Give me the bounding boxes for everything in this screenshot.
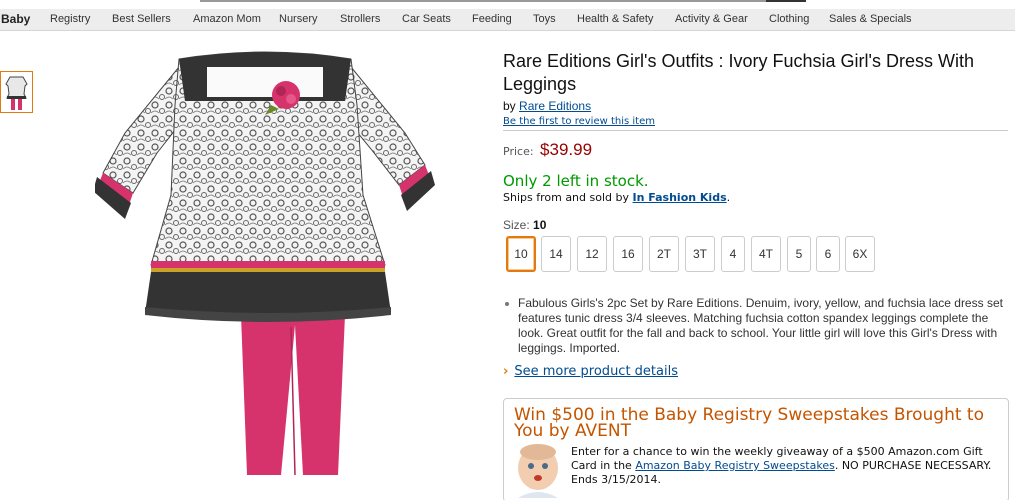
description-text: Fabulous Girls's 2pc Set by Rare Edition…	[518, 296, 1003, 355]
stock-status: Only 2 left in stock.	[503, 172, 649, 190]
brand-line: by Rare Editions	[503, 99, 1008, 113]
nav-item-amazon-mom[interactable]: Amazon Mom	[193, 13, 261, 25]
size-option-14[interactable]: 14	[541, 236, 571, 272]
nav-brand-baby[interactable]: Baby	[1, 12, 30, 26]
product-details: Rare Editions Girl's Outfits : Ivory Fuc…	[503, 50, 1008, 379]
price-row: Price: $39.99	[503, 140, 1008, 160]
promo-title[interactable]: Win $500 in the Baby Registry Sweepstake…	[514, 407, 1004, 440]
top-strip	[0, 0, 1015, 9]
review-link[interactable]: Be the first to review this item	[503, 116, 1008, 127]
see-more-details-link[interactable]: See more product details	[514, 364, 678, 379]
description-bullet: Fabulous Girls's 2pc Set by Rare Edition…	[503, 296, 1008, 356]
size-option-5[interactable]: 5	[787, 236, 811, 272]
brand-link[interactable]: Rare Editions	[519, 99, 591, 113]
size-option-3t[interactable]: 3T	[685, 236, 715, 272]
nav-item-feeding[interactable]: Feeding	[472, 13, 512, 25]
size-option-10[interactable]: 10	[506, 236, 536, 272]
ships-from: Ships from and sold by In Fashion Kids.	[503, 191, 1008, 204]
product-thumbnail[interactable]	[0, 71, 33, 113]
sweepstakes-promo: Win $500 in the Baby Registry Sweepstake…	[503, 398, 1009, 500]
size-selector: 10 14 12 16 2T 3T 4 4T 5 6 6X	[503, 236, 1008, 272]
size-label: Size: 10	[503, 218, 1008, 232]
nav-item-toys[interactable]: Toys	[533, 13, 556, 25]
nav-item-best-sellers[interactable]: Best Sellers	[112, 13, 171, 25]
bullet-icon	[505, 302, 509, 306]
baby-photo-icon	[518, 444, 558, 498]
nav-item-strollers[interactable]: Strollers	[340, 13, 380, 25]
more-details: › See more product details	[503, 364, 1008, 379]
by-prefix: by	[503, 99, 516, 113]
divider	[503, 130, 1008, 131]
sweepstakes-link[interactable]: Amazon Baby Registry Sweepstakes	[635, 459, 835, 472]
size-option-4t[interactable]: 4T	[751, 236, 781, 272]
product-title: Rare Editions Girl's Outfits : Ivory Fuc…	[503, 51, 974, 94]
search-go-button[interactable]	[766, 0, 806, 2]
promo-body: Enter for a chance to win the weekly giv…	[571, 445, 1006, 487]
size-option-2t[interactable]: 2T	[649, 236, 679, 272]
nav-item-clothing[interactable]: Clothing	[769, 13, 809, 25]
nav-item-registry[interactable]: Registry	[50, 13, 90, 25]
nav-item-health-safety[interactable]: Health & Safety	[577, 13, 653, 25]
size-option-12[interactable]: 12	[577, 236, 607, 272]
size-option-4[interactable]: 4	[721, 236, 745, 272]
product-main-image[interactable]	[95, 45, 435, 495]
size-option-6[interactable]: 6	[816, 236, 840, 272]
price-value: $39.99	[540, 140, 593, 159]
size-selected-value: 10	[533, 218, 547, 232]
search-input[interactable]	[200, 0, 766, 2]
nav-item-sales-specials[interactable]: Sales & Specials	[829, 13, 912, 25]
thumbnail-image	[5, 76, 28, 110]
nav-item-nursery[interactable]: Nursery	[279, 13, 318, 25]
category-nav: Baby Registry Best Sellers Amazon Mom Nu…	[0, 9, 1015, 31]
size-option-16[interactable]: 16	[613, 236, 643, 272]
ships-prefix: Ships from and sold by	[503, 191, 629, 204]
price-label: Price:	[503, 145, 534, 158]
chevron-right-icon: ›	[503, 364, 509, 379]
ships-suffix: .	[726, 191, 731, 204]
size-option-6x[interactable]: 6X	[845, 236, 875, 272]
seller-link[interactable]: In Fashion Kids	[633, 191, 727, 204]
nav-item-car-seats[interactable]: Car Seats	[402, 13, 451, 25]
nav-item-activity-gear[interactable]: Activity & Gear	[675, 13, 748, 25]
size-label-text: Size:	[503, 218, 530, 232]
